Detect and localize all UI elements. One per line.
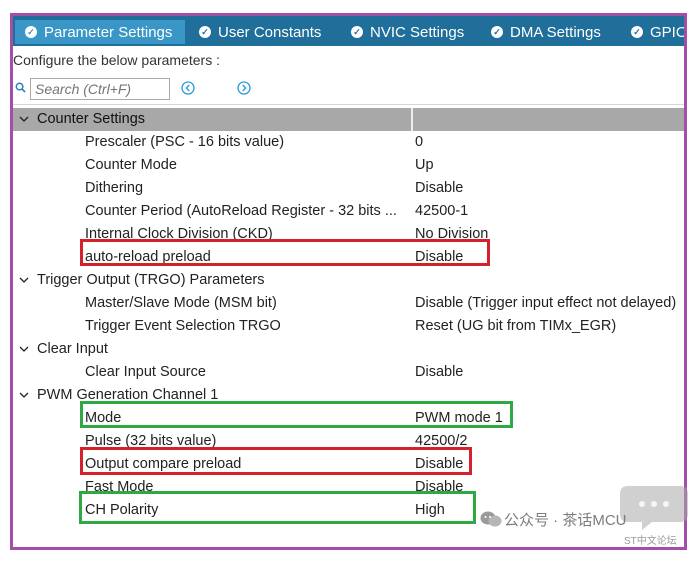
check-circle-icon: ✓ <box>351 26 363 38</box>
param-name: Trigger Event Selection TRGO <box>85 318 281 334</box>
group-clear-input[interactable]: Clear Input <box>13 338 684 361</box>
param-name: Pulse (32 bits value) <box>85 433 217 449</box>
tab-label: DMA Settings <box>510 23 601 41</box>
param-row-fast-mode[interactable]: Fast Mode Disable <box>13 476 684 499</box>
param-row-clear-input-source[interactable]: Clear Input Source Disable <box>13 361 684 384</box>
check-circle-icon: ✓ <box>25 26 37 38</box>
param-name: Counter Mode <box>85 157 177 173</box>
chevron-down-icon <box>19 277 29 283</box>
group-label: Trigger Output (TRGO) Parameters <box>37 272 265 288</box>
param-name: CH Polarity <box>85 502 159 518</box>
check-circle-icon: ✓ <box>631 26 643 38</box>
previous-result-icon[interactable] <box>181 81 195 95</box>
search-input[interactable] <box>30 78 170 100</box>
check-circle-icon: ✓ <box>491 26 503 38</box>
tab-nvic-settings[interactable]: ✓ NVIC Settings <box>341 20 477 44</box>
param-value[interactable]: 42500/2 <box>415 433 467 449</box>
param-row-auto-reload-preload[interactable]: auto-reload preload Disable <box>13 246 684 269</box>
tab-bar: ✓ Parameter Settings ✓ User Constants ✓ … <box>13 16 684 46</box>
param-name: Output compare preload <box>85 456 242 472</box>
tab-label: NVIC Settings <box>370 23 465 41</box>
param-name: Fast Mode <box>85 479 154 495</box>
search-row <box>13 78 684 102</box>
param-value[interactable]: Disable <box>415 456 463 472</box>
tab-label: GPIO <box>650 23 687 41</box>
param-name: Clear Input Source <box>85 364 206 380</box>
param-row-clock-division[interactable]: Internal Clock Division (CKD) No Divisio… <box>13 223 684 246</box>
param-row-mode[interactable]: Mode PWM mode 1 <box>13 407 684 430</box>
param-row-pulse[interactable]: Pulse (32 bits value) 42500/2 <box>13 430 684 453</box>
divider <box>13 104 684 105</box>
param-value[interactable]: Disable <box>415 479 463 495</box>
param-row-master-slave-mode[interactable]: Master/Slave Mode (MSM bit) Disable (Tri… <box>13 292 684 315</box>
param-value[interactable]: Disable <box>415 249 463 265</box>
param-name: Dithering <box>85 180 144 196</box>
tab-label: User Constants <box>218 23 322 41</box>
param-row-trgo-selection[interactable]: Trigger Event Selection TRGO Reset (UG b… <box>13 315 684 338</box>
param-value[interactable]: Disable <box>415 180 463 196</box>
column-divider <box>411 108 413 131</box>
check-circle-icon: ✓ <box>199 26 211 38</box>
tab-label: Parameter Settings <box>44 23 173 41</box>
param-row-counter-period[interactable]: Counter Period (AutoReload Register - 32… <box>13 200 684 223</box>
group-label: PWM Generation Channel 1 <box>37 387 219 403</box>
param-name: Prescaler (PSC - 16 bits value) <box>85 134 285 150</box>
group-label: Counter Settings <box>37 111 146 127</box>
param-name: Counter Period (AutoReload Register - 32… <box>85 203 397 219</box>
param-value[interactable]: No Division <box>415 226 488 242</box>
watermark-text: 公众号 · 茶话MCU <box>504 512 627 529</box>
param-row-prescaler[interactable]: Prescaler (PSC - 16 bits value) 0 <box>13 131 684 154</box>
tab-gpio[interactable]: ✓ GPIO <box>621 20 687 44</box>
configure-hint: Configure the below parameters : <box>13 52 220 68</box>
tab-parameter-settings[interactable]: ✓ Parameter Settings <box>15 20 185 44</box>
param-name: auto-reload preload <box>85 249 211 265</box>
param-value[interactable]: Disable (Trigger input effect not delaye… <box>415 295 676 311</box>
param-value[interactable]: 0 <box>415 134 423 150</box>
watermark: 公众号 · 茶话MCU ST中文论坛 <box>470 486 690 547</box>
param-row-output-compare-preload[interactable]: Output compare preload Disable <box>13 453 684 476</box>
group-pwm-channel-1[interactable]: PWM Generation Channel 1 <box>13 384 684 407</box>
param-value[interactable]: PWM mode 1 <box>415 410 503 426</box>
chevron-down-icon <box>19 392 29 398</box>
config-panel: ✓ Parameter Settings ✓ User Constants ✓ … <box>10 13 687 550</box>
group-trgo-parameters[interactable]: Trigger Output (TRGO) Parameters <box>13 269 684 292</box>
param-value[interactable]: Disable <box>415 364 463 380</box>
wechat-icon <box>480 511 502 527</box>
param-name: Internal Clock Division (CKD) <box>85 226 273 242</box>
param-row-counter-mode[interactable]: Counter Mode Up <box>13 154 684 177</box>
tab-dma-settings[interactable]: ✓ DMA Settings <box>481 20 617 44</box>
param-name: Mode <box>85 410 122 426</box>
tab-user-constants[interactable]: ✓ User Constants <box>189 20 337 44</box>
param-value[interactable]: High <box>415 502 445 518</box>
chat-bubble-icon <box>620 486 688 530</box>
group-label: Clear Input <box>37 341 108 357</box>
chevron-down-icon <box>19 346 29 352</box>
chevron-down-icon <box>19 116 29 122</box>
param-value[interactable]: Reset (UG bit from TIMx_EGR) <box>415 318 616 334</box>
param-value[interactable]: 42500-1 <box>415 203 468 219</box>
next-result-icon[interactable] <box>237 81 251 95</box>
param-value[interactable]: Up <box>415 157 434 173</box>
group-counter-settings[interactable]: Counter Settings <box>13 108 684 131</box>
param-name: Master/Slave Mode (MSM bit) <box>85 295 277 311</box>
watermark-subtext: ST中文论坛 <box>624 536 677 547</box>
param-row-dithering[interactable]: Dithering Disable <box>13 177 684 200</box>
search-icon <box>15 82 26 93</box>
